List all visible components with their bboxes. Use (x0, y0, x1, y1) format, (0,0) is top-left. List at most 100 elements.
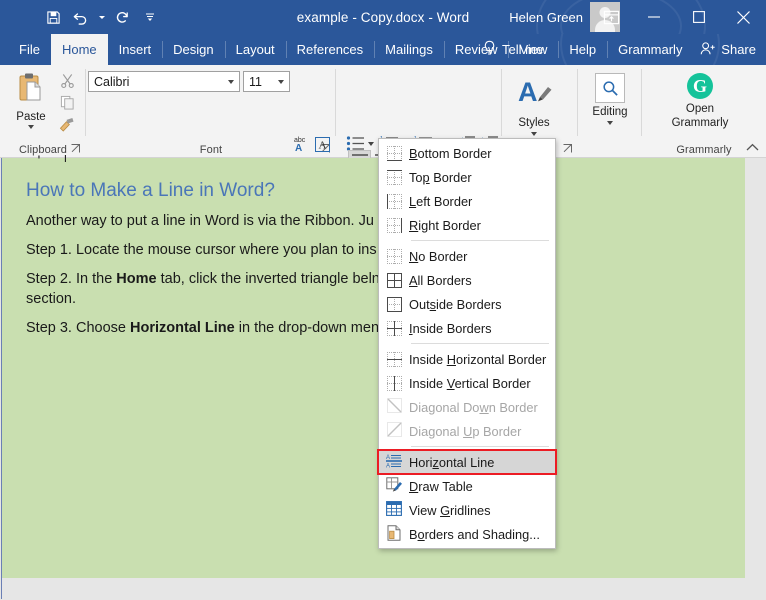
font-name-value: Calibri (94, 74, 130, 89)
menu-item-label: Borders and Shading... (409, 526, 540, 542)
tab-layout[interactable]: Layout (224, 34, 286, 65)
horizontal-line-icon: AA (386, 453, 402, 471)
tab-label: Home (61, 42, 97, 57)
font-size-combo[interactable]: 11 (243, 71, 290, 92)
menu-item-all-borders[interactable]: All Borders (379, 268, 555, 292)
save-icon[interactable] (40, 4, 66, 30)
customize-qat-icon[interactable] (137, 4, 163, 30)
editing-button[interactable]: Editing (588, 71, 632, 143)
menu-item-label: Inside Horizontal Border (409, 351, 547, 367)
view-gridlines-icon (386, 501, 402, 519)
menu-item-inside-borders[interactable]: Inside Borders (379, 316, 555, 340)
tell-me-box[interactable]: Tell me (482, 34, 543, 65)
step2-bold: Home (116, 271, 157, 287)
no-border-icon (386, 248, 402, 264)
tab-label: File (19, 42, 40, 57)
close-icon[interactable] (721, 0, 766, 34)
lightbulb-icon (482, 40, 497, 59)
menu-item-label: Right Border (409, 217, 481, 233)
document-paragraph-intro: Another way to put a line in Word is via… (26, 213, 374, 229)
styles-button[interactable]: A Styles (508, 71, 560, 143)
menu-item-top-border[interactable]: Top Border (379, 165, 555, 189)
tab-mailings[interactable]: Mailings (374, 34, 444, 65)
menu-item-icon (379, 268, 409, 292)
tab-file[interactable]: File (8, 34, 51, 65)
menu-item-icon (379, 244, 409, 268)
styles-dialog-launcher[interactable] (561, 142, 574, 155)
menu-item-outside-borders[interactable]: Outside Borders (379, 292, 555, 316)
change-case-icon[interactable]: abc A (290, 133, 312, 155)
document-content[interactable]: How to Make a Line in Word? Another way … (26, 158, 725, 338)
font-name-combo[interactable]: Calibri (88, 71, 240, 92)
menu-item-bottom-border[interactable]: Bottom Border (379, 141, 555, 165)
font-size-caret-icon[interactable] (278, 79, 284, 84)
share-label: Share (721, 42, 756, 57)
draw-table-icon (386, 476, 402, 496)
font-name-caret-icon[interactable] (228, 79, 234, 84)
tab-grammarly[interactable]: Grammarly (607, 34, 693, 65)
tab-label: References (296, 42, 364, 57)
top-border-icon (386, 169, 402, 185)
menu-item-icon (379, 347, 409, 371)
tab-design[interactable]: Design (162, 34, 224, 65)
menu-separator (411, 240, 549, 241)
format-painter-icon[interactable] (55, 114, 79, 135)
menu-item-left-border[interactable]: Left Border (379, 189, 555, 213)
menu-item-draw-table[interactable]: Draw Table (379, 474, 555, 498)
paste-button[interactable]: Paste (8, 69, 54, 133)
find-icon (595, 73, 625, 103)
clear-formatting-icon[interactable]: A (311, 133, 333, 155)
redo-icon[interactable] (109, 4, 135, 30)
menu-item-icon (379, 165, 409, 189)
menu-item-diagonal-down-border: Diagonal Down Border (379, 395, 555, 419)
collapse-ribbon-icon[interactable] (742, 138, 762, 156)
svg-text:A: A (518, 77, 538, 107)
page-right-margin (745, 158, 765, 578)
menu-item-icon (379, 189, 409, 213)
svg-text:A: A (318, 139, 326, 151)
tab-home[interactable]: Home (50, 34, 108, 65)
right-border-icon (386, 217, 402, 233)
step3-bold: Horizontal Line (130, 320, 235, 336)
menu-item-horizontal-line[interactable]: A A Horizontal Line (379, 450, 555, 474)
font-size-value: 11 (249, 74, 262, 89)
borders-and-shading-icon (387, 524, 401, 544)
paste-dropdown-caret-icon[interactable] (28, 125, 34, 129)
menu-item-right-border[interactable]: Right Border (379, 213, 555, 237)
clipboard-dialog-launcher[interactable] (69, 142, 82, 155)
borders-dropdown-menu[interactable]: Bottom Border Top Border Left Border Right … (378, 138, 556, 549)
open-grammarly-label: Open Grammarly (671, 103, 729, 129)
quick-access-toolbar (40, 0, 163, 34)
minimize-icon[interactable] (631, 0, 676, 34)
editing-dropdown-caret-icon[interactable] (607, 121, 613, 125)
tab-references[interactable]: References (285, 34, 374, 65)
tab-label: Insert (118, 42, 152, 57)
tab-label: Layout (235, 42, 275, 57)
ribbon-group-editing: Editing (578, 65, 642, 158)
menu-item-view-gridlines[interactable]: View Gridlines (379, 498, 555, 522)
open-grammarly-button[interactable]: G Open Grammarly (664, 71, 736, 143)
styles-dropdown-caret-icon[interactable] (531, 132, 537, 136)
tab-help[interactable]: Help (558, 34, 607, 65)
undo-dropdown-caret-icon[interactable] (96, 4, 107, 30)
copy-icon[interactable] (55, 92, 79, 113)
document-page[interactable]: ' | How to Make a Line in Word? Another … (1, 152, 745, 578)
menu-item-inside-horizontal-border[interactable]: Inside Horizontal Border (379, 347, 555, 371)
bullets-caret-icon[interactable] (366, 139, 376, 149)
menu-item-borders-and-shading[interactable]: Borders and Shading... (379, 522, 555, 546)
tab-insert[interactable]: Insert (108, 34, 163, 65)
menu-item-icon (379, 371, 409, 395)
menu-item-icon: AA (379, 450, 409, 474)
menu-item-label: Inside Borders (409, 320, 492, 336)
menu-item-no-border[interactable]: No Border (379, 244, 555, 268)
left-border-icon (386, 193, 402, 209)
share-button[interactable]: Share (700, 34, 756, 65)
step2-tail2: section. (26, 291, 76, 307)
undo-icon[interactable] (68, 4, 94, 30)
menu-item-inside-vertical-border[interactable]: Inside Vertical Border (379, 371, 555, 395)
svg-text:A: A (295, 143, 302, 154)
cut-icon[interactable] (55, 70, 79, 91)
ribbon-display-options-icon[interactable] (591, 0, 631, 34)
maximize-icon[interactable] (676, 0, 721, 34)
menu-item-label: Diagonal Down Border (409, 399, 538, 415)
